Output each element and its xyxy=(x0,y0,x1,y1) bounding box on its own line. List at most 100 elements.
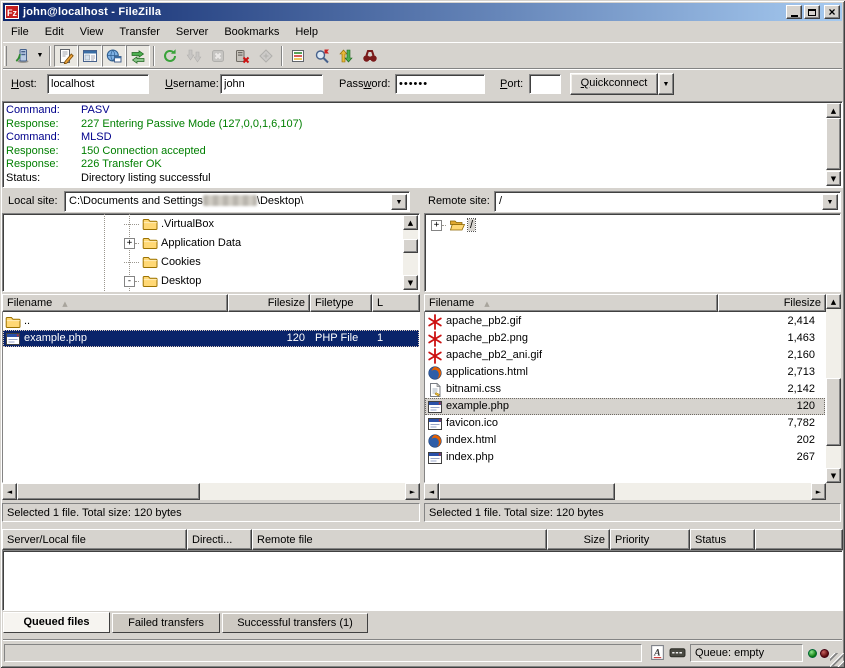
local-h-scrollbar-thumb[interactable] xyxy=(17,483,200,500)
menu-file[interactable]: File xyxy=(3,24,37,40)
local-site-combo[interactable]: C:\Documents and Settings\Desktop\ ▼ xyxy=(64,191,410,212)
resize-grip[interactable] xyxy=(830,653,844,667)
password-input[interactable] xyxy=(395,74,485,94)
folder-icon xyxy=(142,235,158,251)
menu-help[interactable]: Help xyxy=(287,24,326,40)
app-icon[interactable]: Fz xyxy=(5,5,19,19)
directory-comparison-button[interactable] xyxy=(358,45,382,67)
queue-list[interactable] xyxy=(2,550,843,611)
reconnect-button[interactable] xyxy=(254,45,278,67)
tree-item-virtualbox[interactable]: .VirtualBox xyxy=(3,215,419,233)
file-row[interactable]: index.html 202 xyxy=(425,432,825,449)
password-label: Password: xyxy=(339,78,390,90)
window-title: john@localhost - FileZilla xyxy=(23,6,784,18)
local-tree-scrollbar-thumb[interactable] xyxy=(403,239,418,253)
status-badge-icon[interactable] xyxy=(669,644,686,661)
tab-successful-transfers[interactable]: Successful transfers (1) xyxy=(222,613,368,633)
file-row[interactable]: apache_pb2.png 1,463 xyxy=(425,330,825,347)
scroll-right-button[interactable]: ► xyxy=(405,483,420,500)
toggle-remote-tree-button[interactable] xyxy=(102,45,126,67)
file-search-button[interactable] xyxy=(310,45,334,67)
column-header-remote-file[interactable]: Remote file xyxy=(252,529,547,550)
menu-edit[interactable]: Edit xyxy=(37,24,72,40)
scroll-left-button[interactable]: ◄ xyxy=(2,483,17,500)
tab-failed-transfers[interactable]: Failed transfers xyxy=(112,613,220,633)
remote-v-scrollbar-thumb[interactable] xyxy=(826,378,841,446)
menu-view[interactable]: View xyxy=(72,24,112,40)
menu-server[interactable]: Server xyxy=(168,24,216,40)
file-row-example-php[interactable]: example.php 120 PHP File 1 xyxy=(3,330,419,347)
scroll-down-button[interactable]: ▼ xyxy=(826,468,841,483)
file-row[interactable]: apache_pb2.gif 2,414 xyxy=(425,313,825,330)
column-header-filetype[interactable]: Filetype xyxy=(310,294,372,312)
synchronized-browsing-button[interactable] xyxy=(334,45,358,67)
username-input[interactable] xyxy=(220,74,323,94)
scroll-left-button[interactable]: ◄ xyxy=(424,483,439,500)
expand-icon[interactable]: + xyxy=(431,220,442,231)
collapse-icon[interactable]: - xyxy=(124,276,135,287)
column-header-status[interactable]: Status xyxy=(690,529,755,550)
minimize-icon xyxy=(791,15,798,17)
toolbar-grip[interactable] xyxy=(4,46,7,66)
file-row[interactable]: bitnami.css 2,142 xyxy=(425,381,825,398)
file-row[interactable]: favicon.ico 7,782 xyxy=(425,415,825,432)
tree-item-application-data[interactable]: + Application Data xyxy=(3,234,419,252)
combo-dropdown-icon[interactable]: ▼ xyxy=(391,194,407,210)
scroll-down-button[interactable]: ▼ xyxy=(826,171,841,186)
host-input[interactable] xyxy=(47,74,149,94)
column-header-priority[interactable]: Priority xyxy=(610,529,690,550)
refresh-button[interactable] xyxy=(158,45,182,67)
toggle-queue-button[interactable] xyxy=(126,45,150,67)
file-row[interactable]: index.php 267 xyxy=(425,449,825,466)
process-queue-button[interactable] xyxy=(182,45,206,67)
site-manager-dropdown[interactable]: ▼ xyxy=(34,45,46,67)
column-header-direction[interactable]: Directi... xyxy=(187,529,252,550)
column-header-filesize[interactable]: Filesize xyxy=(718,294,826,312)
title-bar[interactable]: Fz john@localhost - FileZilla × xyxy=(3,3,842,21)
combo-dropdown-icon[interactable]: ▼ xyxy=(822,194,838,210)
site-manager-button[interactable] xyxy=(10,45,34,67)
close-button[interactable]: × xyxy=(824,5,840,19)
remote-site-combo[interactable]: / ▼ xyxy=(494,191,841,212)
scroll-up-button[interactable]: ▲ xyxy=(826,294,841,309)
scroll-down-button[interactable]: ▼ xyxy=(403,275,418,290)
scroll-up-button[interactable]: ▲ xyxy=(826,103,841,118)
listing-filters-button[interactable] xyxy=(286,45,310,67)
column-header-filesize[interactable]: Filesize xyxy=(228,294,310,312)
log-scrollbar-thumb[interactable] xyxy=(826,118,841,170)
tree-item-desktop[interactable]: - Desktop xyxy=(3,272,419,290)
quickconnect-button[interactable]: Quickconnect xyxy=(570,73,658,95)
toggle-local-tree-button[interactable] xyxy=(78,45,102,67)
remote-list-header: Filename Filesize xyxy=(424,294,826,312)
column-header-modified[interactable]: L xyxy=(372,294,420,312)
toggle-message-log-button[interactable] xyxy=(54,45,78,67)
file-row-parent[interactable]: .. xyxy=(3,313,419,330)
menu-bookmarks[interactable]: Bookmarks xyxy=(216,24,287,40)
tab-queued-files[interactable]: Queued files xyxy=(3,612,110,633)
tree-item-root[interactable]: + / xyxy=(431,216,841,234)
expand-icon[interactable]: + xyxy=(124,238,135,249)
remote-h-scrollbar-thumb[interactable] xyxy=(439,483,615,500)
file-row[interactable]: applications.html 2,713 xyxy=(425,364,825,381)
port-input[interactable] xyxy=(529,74,561,94)
column-header-filename[interactable]: Filename xyxy=(2,294,228,312)
file-row[interactable]: apache_pb2_ani.gif 2,160 xyxy=(425,347,825,364)
file-row-example-php[interactable]: example.php 120 xyxy=(425,398,825,415)
tree-item-cookies[interactable]: Cookies xyxy=(3,253,419,271)
scroll-right-button[interactable]: ► xyxy=(811,483,826,500)
quickconnect-dropdown[interactable]: ▼ xyxy=(658,73,674,95)
maximize-button[interactable] xyxy=(804,5,820,19)
disconnect-button[interactable] xyxy=(230,45,254,67)
menu-transfer[interactable]: Transfer xyxy=(111,24,168,40)
reconnect-icon xyxy=(258,48,274,64)
menu-bar: File Edit View Transfer Server Bookmarks… xyxy=(3,22,842,41)
column-header-filename[interactable]: Filename xyxy=(424,294,718,312)
port-label: Port: xyxy=(500,78,523,90)
column-header-size[interactable]: Size xyxy=(547,529,610,550)
apache-file-icon xyxy=(427,331,443,347)
column-header-server-local-file[interactable]: Server/Local file xyxy=(2,529,187,550)
cancel-operation-button[interactable] xyxy=(206,45,230,67)
transfer-type-icon[interactable] xyxy=(649,644,666,661)
minimize-button[interactable] xyxy=(786,5,802,19)
scroll-up-button[interactable]: ▲ xyxy=(403,215,418,230)
